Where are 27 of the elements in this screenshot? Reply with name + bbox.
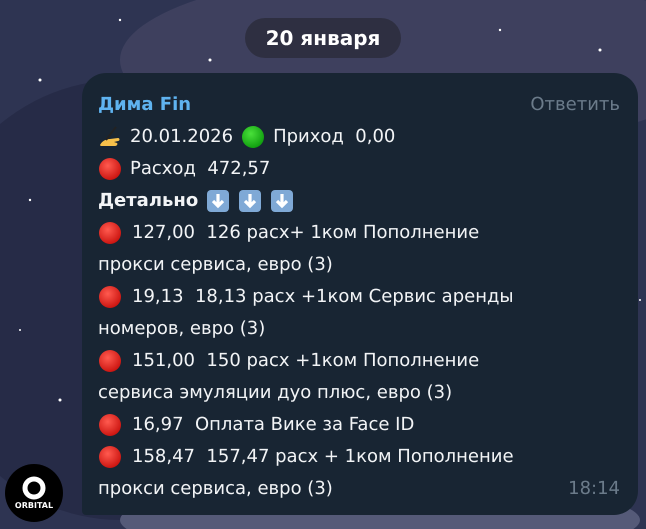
message-text: сервиса эмуляции дуо плюс, евро (3) (98, 381, 452, 405)
message-text: 16,97 Оплата Вике за Face ID (132, 413, 414, 437)
avatar-label: ORBITAL (14, 502, 54, 510)
message-text: Приход 0,00 (273, 125, 396, 149)
expense-dot-icon (98, 285, 122, 309)
expense-dot-icon (98, 445, 122, 469)
sender-name: Дима Fin (98, 93, 192, 117)
message-text: 151,00 150 расх +1ком Пополнение (132, 349, 480, 373)
message-text: прокси сервиса, евро (3) (98, 253, 333, 277)
writing-hand-icon (98, 125, 122, 149)
message-text: Детально (98, 189, 198, 213)
message-time: 18:14 (568, 477, 620, 501)
ring-icon (22, 476, 46, 500)
date-pill: 20 января (244, 18, 402, 58)
income-dot-icon (241, 125, 266, 149)
message-text: 127,00 126 расх+ 1ком Пополнение (132, 221, 480, 245)
message-text: прокси сервиса, евро (3) (98, 477, 333, 501)
message-text: Расход 472,57 (130, 157, 270, 181)
message-text: номеров, евро (3) (98, 317, 266, 341)
message-text: 158,47 157,47 расх + 1ком Пополнение (132, 445, 514, 469)
expense-dot-icon (98, 157, 122, 181)
expense-dot-icon (98, 221, 122, 245)
expense-dot-icon (98, 349, 122, 373)
message-text: 20.01.2026 (130, 125, 234, 149)
reply-link[interactable]: Ответить (530, 89, 620, 121)
message-text: 19,13 18,13 расх +1ком Сервис аренды (132, 285, 514, 309)
expense-dot-icon (98, 413, 122, 437)
